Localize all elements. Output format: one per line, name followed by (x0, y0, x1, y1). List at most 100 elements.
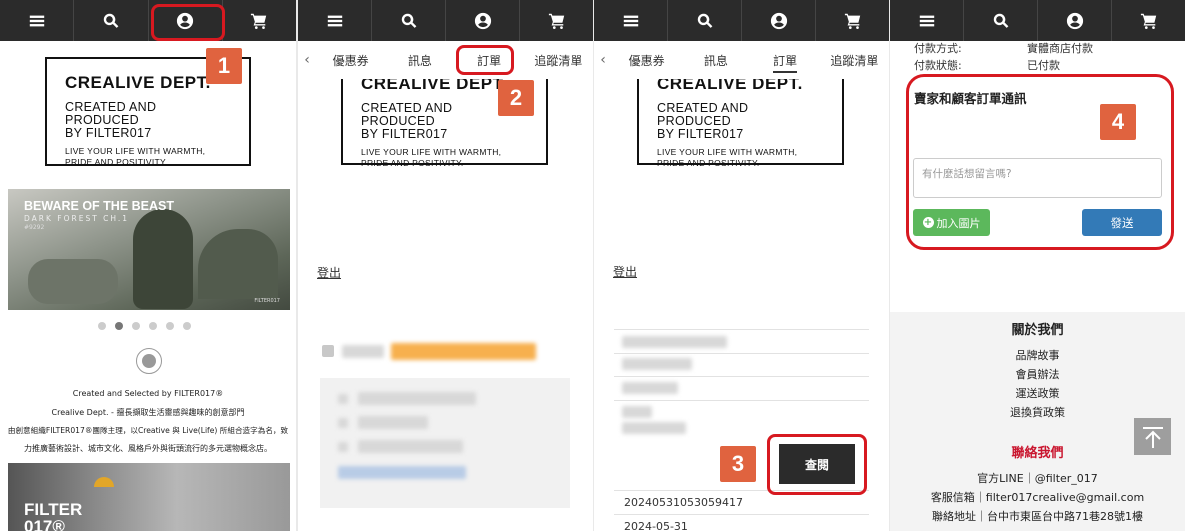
banner-code: #9292 (24, 224, 45, 231)
menu-icon (326, 12, 344, 30)
carousel-dot[interactable] (132, 322, 140, 330)
tab-label: 訂單 (773, 53, 798, 73)
carousel-dot[interactable] (149, 322, 157, 330)
account-button[interactable] (742, 0, 816, 41)
logo-line2b: BY FILTER017 (657, 127, 744, 141)
redacted-name (342, 345, 384, 358)
tabs-back-chevron-icon[interactable]: ‹ (298, 52, 316, 68)
payment-method-label: 付款方式: (914, 42, 962, 55)
redacted-text (358, 416, 428, 429)
logo-line2b: BY FILTER017 (361, 127, 448, 141)
redacted-text (622, 358, 692, 370)
tab-wishlist[interactable]: 追蹤清單 (524, 52, 593, 69)
promo-photo[interactable]: FILTER 017® (8, 463, 290, 531)
logo-line2a: CREATED AND PRODUCED (65, 100, 157, 127)
carousel-dot[interactable] (183, 322, 191, 330)
divider (614, 400, 869, 401)
divider (614, 353, 869, 354)
tab-label: 追蹤清單 (534, 53, 583, 68)
scroll-to-top-button[interactable] (1134, 418, 1171, 455)
top-nav (594, 0, 889, 41)
redacted-link (338, 466, 466, 479)
logout-link[interactable]: 登出 (613, 263, 637, 280)
cart-button[interactable] (223, 0, 296, 41)
contact-line[interactable]: 官方LINE｜@filter_017 (890, 470, 1185, 486)
banner-shape (133, 209, 193, 309)
about-title: 關於我們 (1011, 323, 1064, 338)
emblem-icon (136, 348, 162, 374)
cart-icon (250, 12, 268, 30)
logo-line3b: PRIDE AND POSITIVITY. (657, 158, 760, 168)
tab-coupon[interactable]: 優惠券 (612, 52, 681, 69)
logo-line3b: PRIDE AND POSITIVITY. (361, 158, 464, 168)
cart-button[interactable] (1112, 0, 1185, 41)
redacted-text (358, 440, 463, 453)
banner-brand: FILTER017 (254, 298, 280, 304)
cart-button[interactable] (816, 0, 889, 41)
highlight-orders-tab (456, 45, 514, 75)
footer-link-shipping[interactable]: 運送政策 (890, 385, 1185, 401)
banner-shape (28, 259, 118, 304)
carousel-dot[interactable] (115, 322, 123, 330)
search-button[interactable] (964, 0, 1038, 41)
member-tabs: ‹ 優惠券 訊息 訂單 追蹤清單 (298, 41, 593, 79)
contact-line[interactable]: 客服信箱｜filter017crealive@gmail.com (890, 489, 1185, 505)
redacted-text (622, 382, 678, 394)
step-badge: 3 (720, 446, 756, 482)
cart-icon (844, 12, 862, 30)
banner-title: BEWARE OF THE BEAST (24, 199, 175, 213)
tab-label: 訊息 (407, 53, 432, 68)
member-tabs: ‹ 優惠券 訊息 訂單 追蹤清單 (594, 41, 889, 79)
footer-link-brand-story[interactable]: 品牌故事 (890, 347, 1185, 363)
cart-button[interactable] (520, 0, 593, 41)
carousel-dot[interactable] (166, 322, 174, 330)
tabs-back-chevron-icon[interactable]: ‹ (594, 52, 612, 68)
redacted-text (622, 406, 652, 418)
user-icon (1066, 12, 1084, 30)
tab-message[interactable]: 訊息 (681, 52, 750, 69)
step-badge: 1 (206, 48, 242, 84)
menu-button[interactable] (594, 0, 668, 41)
logo-line3a: LIVE YOUR LIFE WITH WARMTH, (65, 146, 206, 156)
footer-link-membership[interactable]: 會員辦法 (890, 366, 1185, 382)
arrow-up-icon (1142, 426, 1163, 448)
menu-button[interactable] (298, 0, 372, 41)
highlight-account (151, 4, 225, 41)
menu-button[interactable] (0, 0, 75, 41)
redacted-text (358, 392, 476, 405)
search-icon (992, 12, 1010, 30)
menu-icon (28, 12, 46, 30)
redacted-icon (338, 442, 348, 452)
top-nav (0, 0, 296, 41)
step-badge: 4 (1100, 104, 1136, 140)
tab-message[interactable]: 訊息 (385, 52, 454, 69)
redacted-icon (338, 394, 348, 404)
menu-button[interactable] (890, 0, 964, 41)
logout-link[interactable]: 登出 (317, 264, 341, 281)
redacted-icon (338, 418, 348, 428)
tab-label: 優惠券 (628, 53, 665, 68)
search-button[interactable] (74, 0, 149, 41)
tab-coupon[interactable]: 優惠券 (316, 52, 385, 69)
logo-line3a: LIVE YOUR LIFE WITH WARMTH, (657, 147, 798, 157)
carousel-dots (98, 322, 191, 330)
payment-status-value: 已付款 (1027, 59, 1060, 72)
divider (614, 514, 869, 515)
redacted-level (391, 343, 536, 360)
panel-orders: CREALIVE DEPT. CREATED AND PRODUCED BY F… (594, 0, 889, 531)
account-button[interactable] (1038, 0, 1112, 41)
logo-line3a: LIVE YOUR LIFE WITH WARMTH, (361, 147, 502, 157)
tab-orders[interactable]: 訂單 (751, 52, 820, 73)
description-line: 由創意組織FILTER017®團隊主理，以Creative 與 Live(Lif… (7, 426, 289, 435)
hero-banner[interactable]: BEWARE OF THE BEAST DARK FOREST CH.1 #92… (8, 189, 290, 310)
highlight-chat-area (906, 74, 1174, 250)
search-button[interactable] (372, 0, 446, 41)
carousel-dot[interactable] (98, 322, 106, 330)
tab-label: 優惠券 (332, 53, 369, 68)
order-date: 2024-05-31 (624, 520, 688, 531)
account-button[interactable] (446, 0, 520, 41)
search-button[interactable] (668, 0, 742, 41)
tab-wishlist[interactable]: 追蹤清單 (820, 52, 889, 69)
step-badge: 2 (498, 80, 534, 116)
logo-line3b: PRIDE AND POSITIVITY. (65, 157, 168, 167)
